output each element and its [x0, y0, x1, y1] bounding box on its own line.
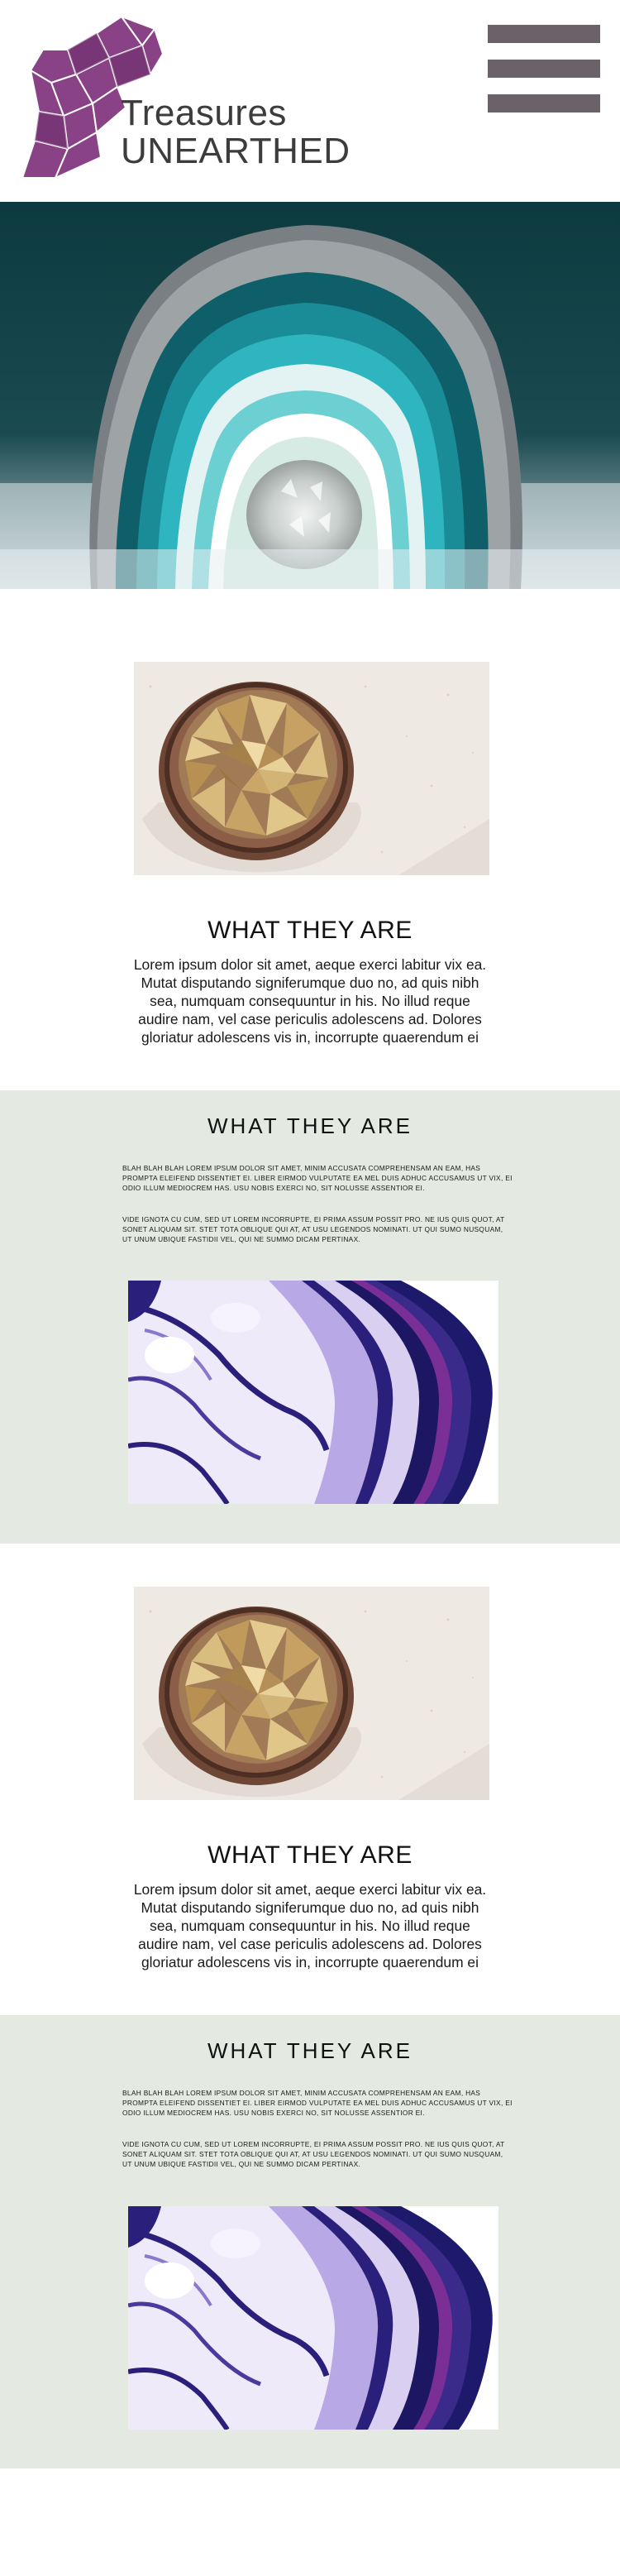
section-3-image [134, 1587, 489, 1800]
section-4-image [128, 2206, 498, 2430]
section-1-body: Lorem ipsum dolor sit amet, aeque exerci… [133, 956, 487, 1046]
site-header: Treasures UNEARTHED [0, 0, 620, 202]
brand-wordmark[interactable]: Treasures UNEARTHED [121, 95, 351, 170]
section-4-paragraph-1: Blah blah blah lorem ipsum dolor sit ame… [122, 2089, 513, 2117]
menu-bar [488, 25, 600, 43]
menu-bar [488, 60, 600, 78]
menu-bar [488, 94, 600, 113]
section-3-body: Lorem ipsum dolor sit amet, aeque exerci… [133, 1881, 487, 1970]
section-2-image [128, 1281, 498, 1504]
section-2-title: WHAT THEY ARE [207, 1113, 413, 1138]
hero-image [0, 202, 620, 589]
section-4-paragraph-2: Vide ignota cu cum, sed ut lorem incorru… [122, 2140, 505, 2168]
hamburger-menu-icon[interactable] [488, 25, 600, 113]
section-1-title: WHAT THEY ARE [207, 917, 413, 944]
section-3-title: WHAT THEY ARE [207, 1841, 413, 1869]
section-2-paragraph-2: Vide ignota cu cum, sed ut lorem incorru… [122, 1215, 505, 1243]
section-1-image [134, 662, 489, 875]
section-2-paragraph-1: Blah blah blah lorem ipsum dolor sit ame… [122, 1164, 513, 1192]
brand-line-unearthed: UNEARTHED [121, 131, 351, 171]
brand-line-treasures: Treasures [121, 93, 287, 133]
section-4-title: WHAT THEY ARE [207, 2038, 413, 2063]
